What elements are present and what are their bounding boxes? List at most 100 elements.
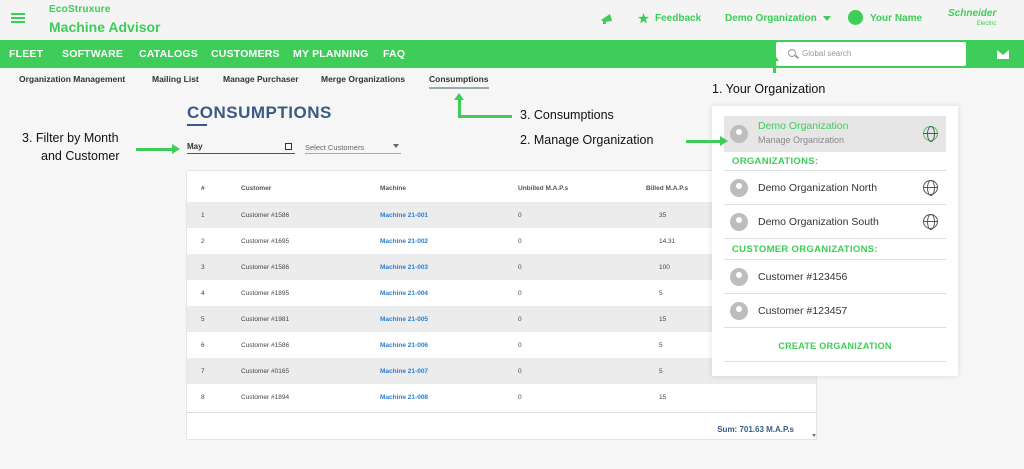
cell-customer: Customer #1586 bbox=[241, 264, 290, 271]
organization-name: Demo Organization bbox=[725, 13, 817, 24]
organizations-heading: ORGANIZATIONS: bbox=[732, 156, 819, 167]
organization-avatar-icon bbox=[730, 213, 748, 231]
cell-customer: Customer #0165 bbox=[241, 368, 290, 375]
cell-customer: Customer #1981 bbox=[241, 316, 290, 323]
organization-panel: Demo Organization Manage Organization OR… bbox=[712, 106, 958, 376]
cell-number: 2 bbox=[201, 238, 205, 245]
app-window: EcoStruxure Machine Advisor Feedback Dem… bbox=[0, 0, 1024, 469]
divider bbox=[724, 361, 946, 362]
organization-avatar-icon bbox=[730, 302, 748, 320]
global-search-input[interactable]: Global search bbox=[776, 42, 966, 66]
cell-billed: 5 bbox=[659, 290, 663, 297]
organization-dropdown[interactable]: Demo Organization bbox=[725, 13, 831, 24]
organization-avatar-icon bbox=[730, 125, 748, 143]
arrow-right-icon bbox=[720, 136, 728, 146]
annotation-filter-line2: and Customer bbox=[41, 149, 120, 163]
customer-organization-name: Customer #123456 bbox=[758, 271, 848, 283]
cell-machine-link[interactable]: Machine 21-001 bbox=[380, 212, 428, 219]
organization-name: Demo Organization South bbox=[758, 216, 879, 228]
create-organization-button[interactable]: CREATE ORGANIZATION bbox=[724, 341, 946, 351]
cell-customer: Customer #1586 bbox=[241, 342, 290, 349]
subnav-manage-purchaser[interactable]: Manage Purchaser bbox=[223, 74, 299, 84]
cell-unbilled: 0 bbox=[518, 368, 522, 375]
nav-customers[interactable]: CUSTOMERS bbox=[211, 48, 280, 60]
menu-icon[interactable] bbox=[11, 13, 25, 23]
customer-organizations-heading: CUSTOMER ORGANIZATIONS: bbox=[732, 244, 878, 255]
col-header-machine[interactable]: Machine bbox=[380, 185, 406, 192]
globe-icon bbox=[923, 180, 938, 196]
cell-number: 3 bbox=[201, 264, 205, 271]
cell-machine-link[interactable]: Machine 21-004 bbox=[380, 290, 428, 297]
cell-customer: Customer #1695 bbox=[241, 238, 290, 245]
customer-organization-name: Customer #123457 bbox=[758, 305, 848, 317]
arrow-up-icon bbox=[769, 54, 779, 61]
current-organization-item[interactable]: Demo Organization Manage Organization bbox=[724, 116, 946, 152]
col-header-unbilled[interactable]: Unbilled M.A.P.s bbox=[518, 185, 568, 192]
nav-fleet[interactable]: FLEET bbox=[9, 48, 43, 60]
col-header-billed[interactable]: Billed M.A.P.s bbox=[646, 185, 688, 192]
month-filter[interactable]: May bbox=[187, 140, 295, 154]
col-header-number: # bbox=[201, 185, 205, 192]
organization-name: Demo Organization North bbox=[758, 182, 878, 194]
nav-faq[interactable]: FAQ bbox=[383, 48, 405, 60]
cell-machine-link[interactable]: Machine 21-002 bbox=[380, 238, 428, 245]
cell-number: 1 bbox=[201, 212, 205, 219]
cell-billed: 100 bbox=[659, 264, 670, 271]
cell-billed: 15 bbox=[659, 394, 667, 401]
arrow-shaft bbox=[458, 115, 512, 118]
sum-total: Sum: 701.63 M.A.P.s bbox=[717, 425, 794, 434]
customer-organization-item[interactable]: Customer #123457 bbox=[724, 294, 946, 328]
cell-machine-link[interactable]: Machine 21-006 bbox=[380, 342, 428, 349]
cell-machine-link[interactable]: Machine 21-007 bbox=[380, 368, 428, 375]
mail-icon[interactable] bbox=[997, 50, 1009, 59]
arrow-shaft bbox=[136, 148, 174, 151]
annotation-your-organization: 1. Your Organization bbox=[712, 82, 826, 96]
nav-my-planning[interactable]: MY PLANNING bbox=[293, 48, 369, 60]
nav-catalogs[interactable]: CATALOGS bbox=[139, 48, 198, 60]
subnav-organization-management[interactable]: Organization Management bbox=[19, 74, 125, 84]
logo-subtext: Electric bbox=[976, 21, 997, 27]
cell-unbilled: 0 bbox=[518, 342, 522, 349]
cell-number: 6 bbox=[201, 342, 205, 349]
cell-number: 4 bbox=[201, 290, 205, 297]
manage-organization-link[interactable]: Manage Organization bbox=[758, 135, 844, 145]
customer-organization-item[interactable]: Customer #123456 bbox=[724, 260, 946, 294]
top-header: EcoStruxure Machine Advisor Feedback Dem… bbox=[0, 0, 1024, 40]
cell-machine-link[interactable]: Machine 21-003 bbox=[380, 264, 428, 271]
cell-billed: 5 bbox=[659, 368, 663, 375]
globe-icon bbox=[923, 214, 938, 230]
user-avatar-icon[interactable] bbox=[848, 10, 863, 25]
customer-filter-placeholder: Select Customers bbox=[305, 143, 365, 152]
subnav-mailing-list[interactable]: Mailing List bbox=[152, 74, 199, 84]
subnav-merge-organizations[interactable]: Merge Organizations bbox=[321, 74, 405, 84]
cell-unbilled: 0 bbox=[518, 212, 522, 219]
organization-avatar-icon bbox=[730, 268, 748, 286]
globe-settings-icon[interactable] bbox=[923, 126, 938, 142]
nav-software[interactable]: SOFTWARE bbox=[62, 48, 123, 60]
organization-item[interactable]: Demo Organization South bbox=[724, 205, 946, 239]
cell-unbilled: 0 bbox=[518, 238, 522, 245]
col-header-customer[interactable]: Customer bbox=[241, 185, 271, 192]
user-name[interactable]: Your Name bbox=[870, 13, 922, 24]
cell-machine-link[interactable]: Machine 21-005 bbox=[380, 316, 428, 323]
subnav-consumptions[interactable]: Consumptions bbox=[429, 74, 489, 89]
organization-item[interactable]: Demo Organization North bbox=[724, 171, 946, 205]
table-row[interactable]: 8 Customer #1894 Machine 21-008 0 15 bbox=[187, 384, 816, 410]
app-title: Machine Advisor bbox=[49, 19, 161, 35]
megaphone-icon[interactable] bbox=[600, 13, 616, 24]
cell-billed: 35 bbox=[659, 212, 667, 219]
annotation-filter-line1: 3. Filter by Month bbox=[22, 131, 119, 145]
star-icon bbox=[638, 13, 649, 24]
cell-customer: Customer #1586 bbox=[241, 212, 290, 219]
feedback-link[interactable]: Feedback bbox=[655, 13, 701, 24]
cell-customer: Customer #1894 bbox=[241, 394, 290, 401]
customer-filter[interactable]: Select Customers bbox=[305, 140, 401, 154]
scroll-down-icon[interactable] bbox=[812, 434, 816, 437]
cell-number: 7 bbox=[201, 368, 205, 375]
cell-number: 5 bbox=[201, 316, 205, 323]
cell-machine-link[interactable]: Machine 21-008 bbox=[380, 394, 428, 401]
cell-unbilled: 0 bbox=[518, 264, 522, 271]
arrow-up-icon bbox=[454, 93, 464, 100]
calendar-icon[interactable] bbox=[285, 143, 292, 150]
search-placeholder: Global search bbox=[802, 49, 852, 58]
